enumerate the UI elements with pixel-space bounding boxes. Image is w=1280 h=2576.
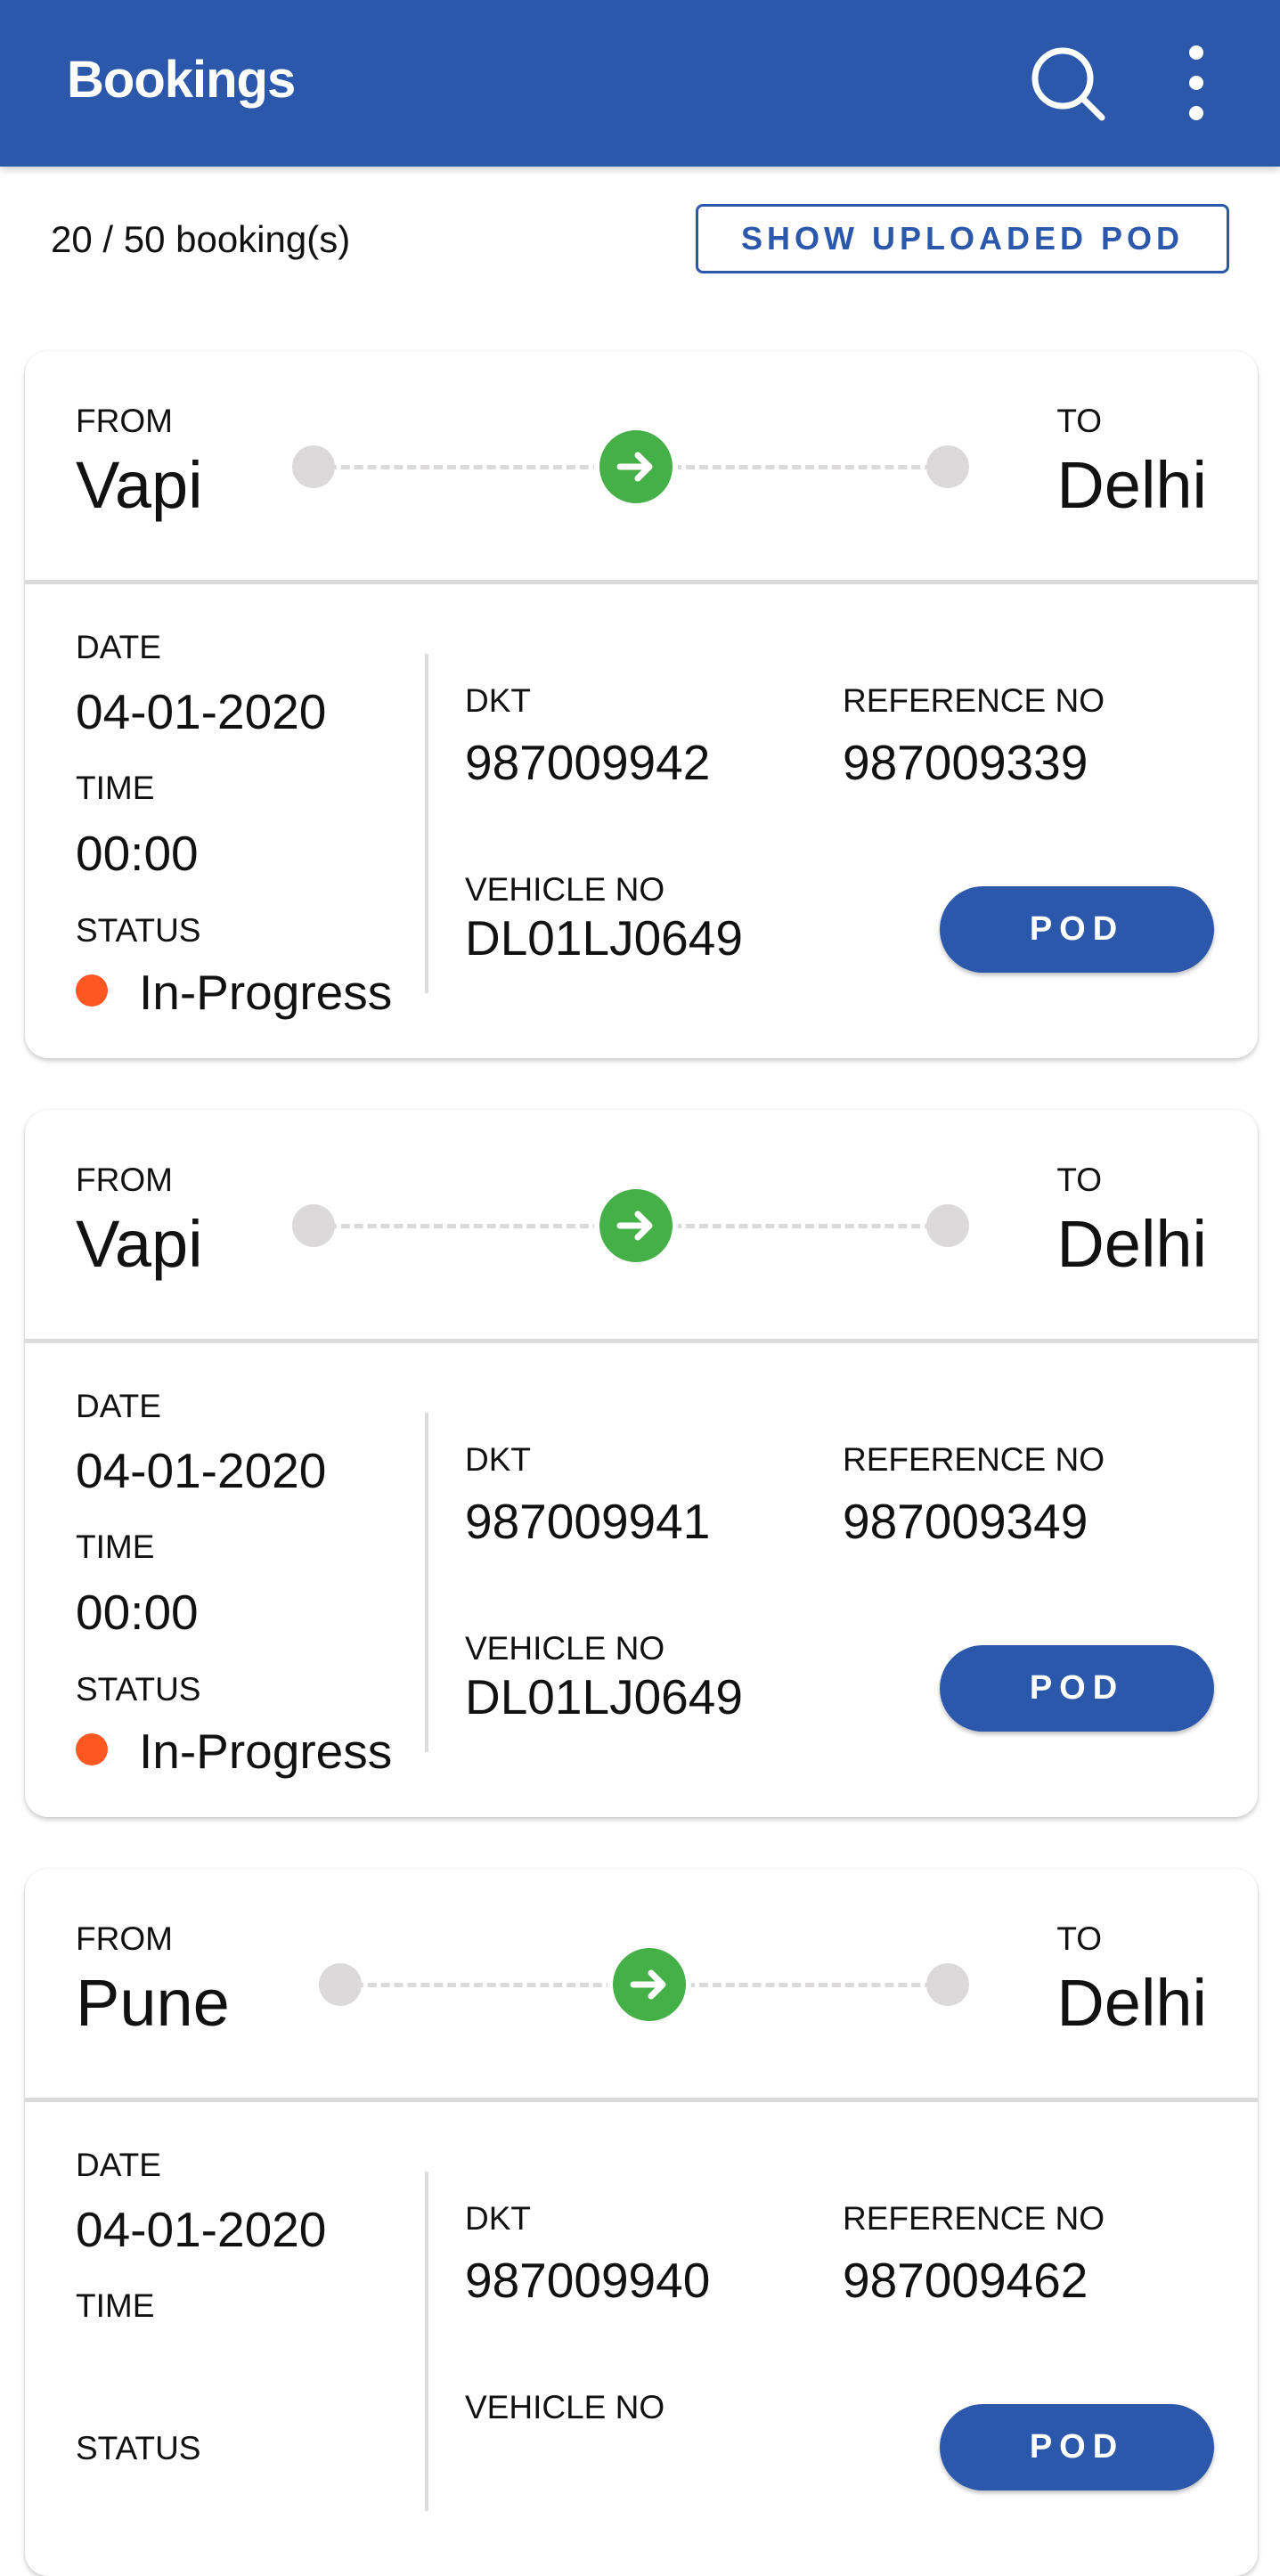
destination: TO Delhi [1056, 1869, 1207, 2041]
reference-value: 987009349 [843, 1494, 1088, 1549]
status-label: STATUS [76, 1671, 201, 1708]
from-city: Vapi [76, 448, 203, 522]
date-label: DATE [76, 1388, 161, 1424]
to-label: TO [1056, 1920, 1103, 1957]
dkt-label: DKT [465, 682, 531, 719]
reference-label: REFERENCE NO [843, 2200, 1105, 2237]
date-value: 04-01-2020 [76, 684, 327, 739]
time-label: TIME [76, 2287, 155, 2324]
from-label: FROM [76, 1920, 173, 1957]
destination-dot-icon [926, 1204, 970, 1247]
route-indicator [291, 351, 970, 584]
origin: FROM Pune [76, 1869, 230, 2041]
date-value: 04-01-2020 [76, 1443, 327, 1498]
origin-dot-icon [291, 1204, 335, 1247]
dkt-value: 987009941 [465, 1494, 711, 1549]
vehicle-label: VEHICLE NO [465, 2389, 665, 2425]
booking-count: 20 / 50 booking(s) [51, 218, 351, 260]
to-label: TO [1056, 1162, 1103, 1198]
destination: TO Delhi [1056, 351, 1207, 523]
from-label: FROM [76, 1162, 173, 1198]
show-uploaded-pod-button[interactable]: SHOW UPLOADED POD [696, 204, 1229, 273]
dkt-label: DKT [465, 2200, 531, 2237]
vehicle-label: VEHICLE NO [465, 1630, 665, 1667]
booking-card[interactable]: FROM Pune TO Delhi DATE 04-01-2020 TIME … [25, 1869, 1258, 2576]
route-section: FROM Vapi TO Delhi [25, 1110, 1258, 1343]
booking-card[interactable]: FROM Vapi TO Delhi DATE 04-01-2020 TIME … [25, 351, 1258, 1058]
origin-dot-icon [291, 445, 335, 488]
pod-button[interactable]: POD [940, 886, 1214, 973]
reference-value: 987009462 [843, 2253, 1088, 2308]
to-city: Delhi [1056, 1966, 1207, 2040]
dkt-value: 987009940 [465, 2253, 711, 2308]
status-dot-icon [76, 1733, 108, 1765]
more-vert-icon[interactable] [1174, 43, 1219, 123]
status-value: In-Progress [139, 1724, 393, 1779]
time-value: 00:00 [76, 1585, 199, 1640]
from-city: Pune [76, 1966, 230, 2040]
origin: FROM Vapi [76, 1110, 203, 1282]
status-label: STATUS [76, 2430, 201, 2466]
origin: FROM Vapi [76, 351, 203, 523]
status-label: STATUS [76, 912, 201, 949]
to-city: Delhi [1056, 448, 1207, 522]
reference-label: REFERENCE NO [843, 1441, 1105, 1478]
page-title: Bookings [67, 51, 296, 109]
app-bar: Bookings [0, 0, 1280, 167]
column-divider [425, 2172, 428, 2511]
route-indicator [291, 1110, 970, 1343]
booking-card[interactable]: FROM Vapi TO Delhi DATE 04-01-2020 TIME … [25, 1110, 1258, 1817]
reference-label: REFERENCE NO [843, 682, 1105, 719]
search-icon[interactable] [1027, 43, 1107, 123]
date-label: DATE [76, 629, 161, 665]
date-label: DATE [76, 2147, 161, 2183]
vehicle-value: DL01LJ0649 [465, 910, 743, 966]
column-divider [425, 1413, 428, 1752]
time-label: TIME [76, 770, 155, 806]
time-value: 00:00 [76, 826, 199, 881]
status-value: In-Progress [139, 965, 393, 1020]
arrow-right-icon [593, 1184, 678, 1268]
to-city: Delhi [1056, 1207, 1207, 1281]
destination-dot-icon [926, 445, 970, 488]
destination-dot-icon [926, 1963, 970, 2006]
column-divider [425, 654, 428, 993]
time-label: TIME [76, 1528, 155, 1565]
pod-button[interactable]: POD [940, 2404, 1214, 2490]
arrow-right-icon [607, 1943, 692, 2026]
destination: TO Delhi [1056, 1110, 1207, 1282]
status-dot-icon [76, 974, 108, 1007]
from-label: FROM [76, 403, 173, 439]
dkt-value: 987009942 [465, 735, 711, 790]
to-label: TO [1056, 403, 1103, 439]
arrow-right-icon [593, 425, 678, 509]
vehicle-value: DL01LJ0649 [465, 1669, 743, 1724]
date-value: 04-01-2020 [76, 2202, 327, 2257]
dkt-label: DKT [465, 1441, 531, 1478]
from-city: Vapi [76, 1207, 203, 1281]
vehicle-label: VEHICLE NO [465, 871, 665, 908]
pod-button[interactable]: POD [940, 1645, 1214, 1732]
origin-dot-icon [318, 1963, 362, 2006]
route-section: FROM Vapi TO Delhi [25, 351, 1258, 584]
route-section: FROM Pune TO Delhi [25, 1869, 1258, 2102]
reference-value: 987009339 [843, 735, 1088, 790]
route-indicator [318, 1869, 970, 2102]
